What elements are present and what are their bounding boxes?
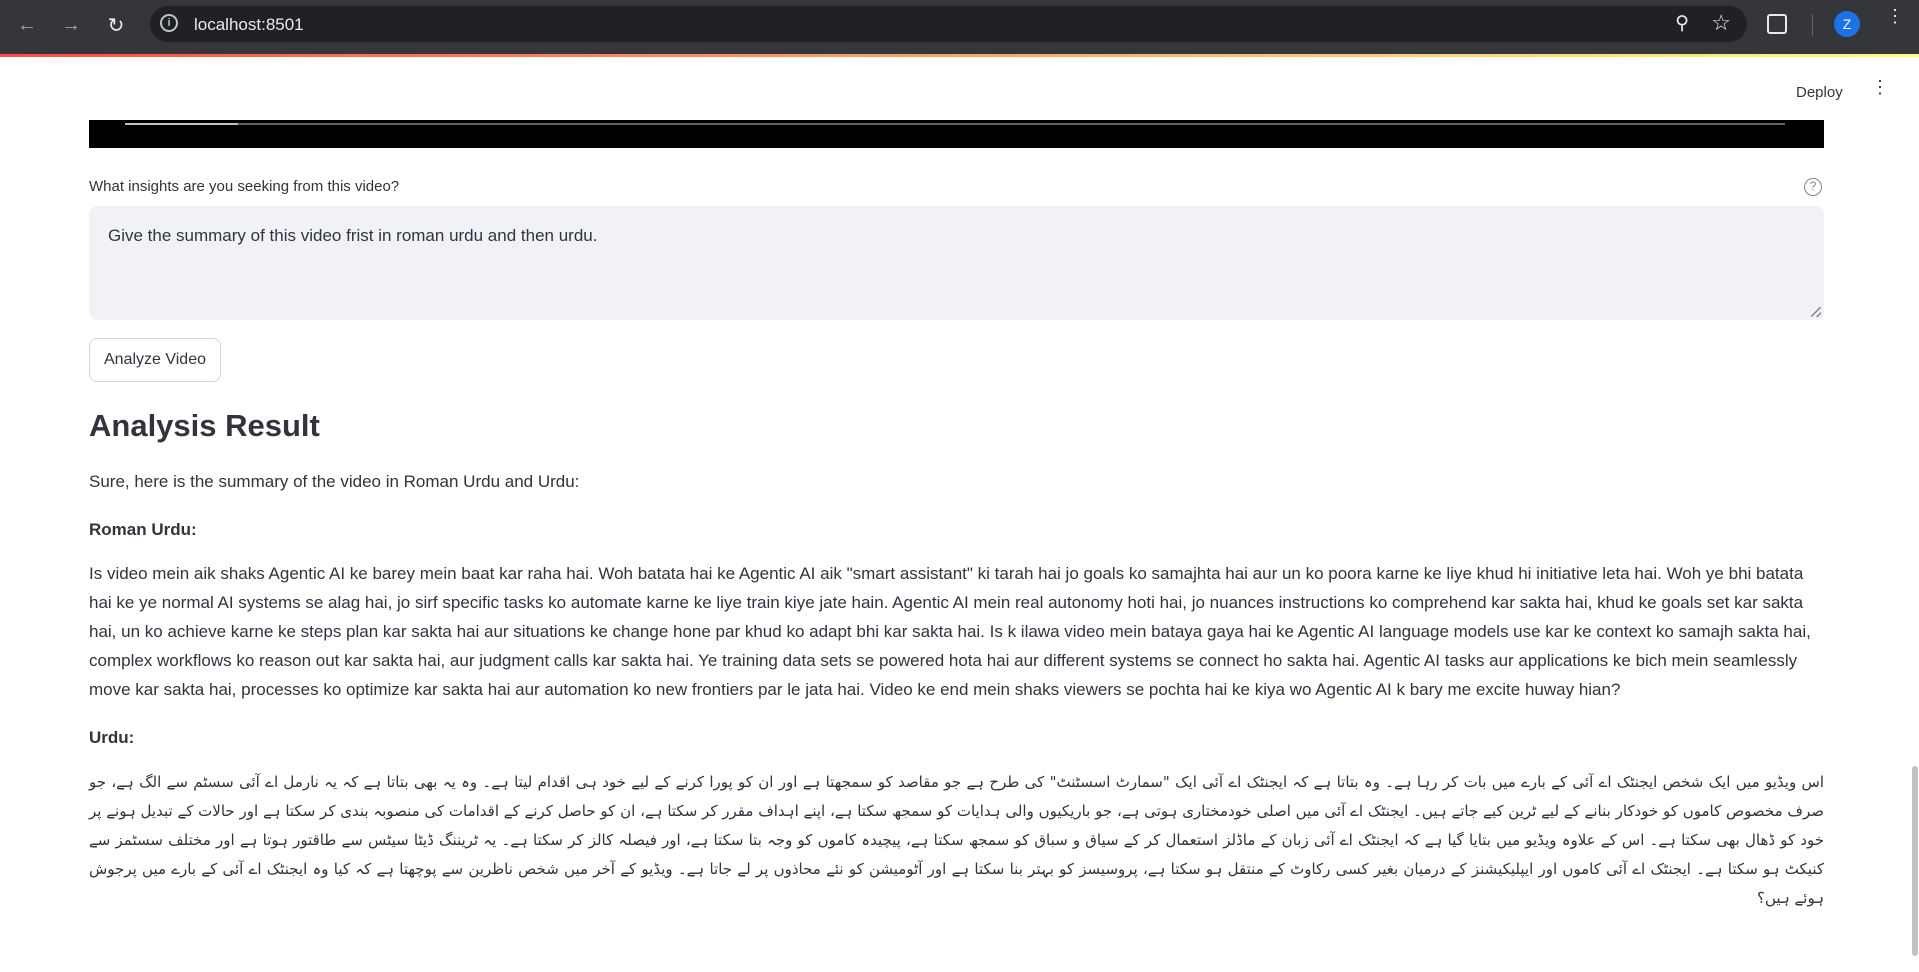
analyze-video-button[interactable]: Analyze Video [89, 338, 221, 382]
browser-toolbar: ← → ↻ i localhost:8501 ⚲ ☆ Z ⋮ [0, 0, 1919, 54]
site-info-icon[interactable]: i [160, 14, 178, 32]
help-icon[interactable]: ? [1804, 178, 1822, 196]
reload-icon[interactable]: ↻ [103, 12, 129, 38]
star-icon[interactable]: ☆ [1711, 10, 1731, 36]
app-decoration-bar [0, 54, 1919, 57]
chrome-menu-icon[interactable]: ⋮ [1886, 7, 1904, 25]
forward-arrow-icon[interactable]: → [58, 12, 84, 38]
profile-avatar[interactable]: Z [1834, 11, 1860, 37]
zoom-icon[interactable]: ⚲ [1675, 12, 1689, 35]
video-progress-played [125, 123, 238, 125]
question-value: Give the summary of this video frist in … [108, 226, 598, 245]
back-arrow-icon[interactable]: ← [14, 12, 40, 38]
urdu-heading: Urdu: [89, 728, 135, 747]
page-scrollbar[interactable] [1912, 766, 1918, 956]
address-bar[interactable]: i localhost:8501 ⚲ ☆ [150, 6, 1747, 42]
resize-handle[interactable] [1811, 307, 1821, 317]
urdu-summary: اس ویڈیو میں ایک شخص ایجنٹک اے آئی کے با… [89, 773, 1824, 907]
toolbar-divider [1812, 14, 1813, 36]
question-textarea[interactable]: Give the summary of this video frist in … [89, 206, 1824, 320]
roman-urdu-summary: Is video mein aik shaks Agentic AI ke ba… [89, 564, 1811, 699]
video-progress-track[interactable] [125, 123, 1785, 125]
deploy-button[interactable]: Deploy [1796, 84, 1843, 101]
question-label: What insights are you seeking from this … [89, 178, 400, 195]
video-player[interactable] [89, 120, 1824, 148]
roman-urdu-heading: Roman Urdu: [89, 520, 197, 539]
url-text: localhost:8501 [194, 15, 304, 34]
app-menu-icon[interactable]: ⋮ [1871, 78, 1889, 96]
result-intro: Sure, here is the summary of the video i… [89, 472, 580, 491]
extensions-icon[interactable] [1767, 14, 1787, 34]
result-heading: Analysis Result [89, 408, 320, 443]
